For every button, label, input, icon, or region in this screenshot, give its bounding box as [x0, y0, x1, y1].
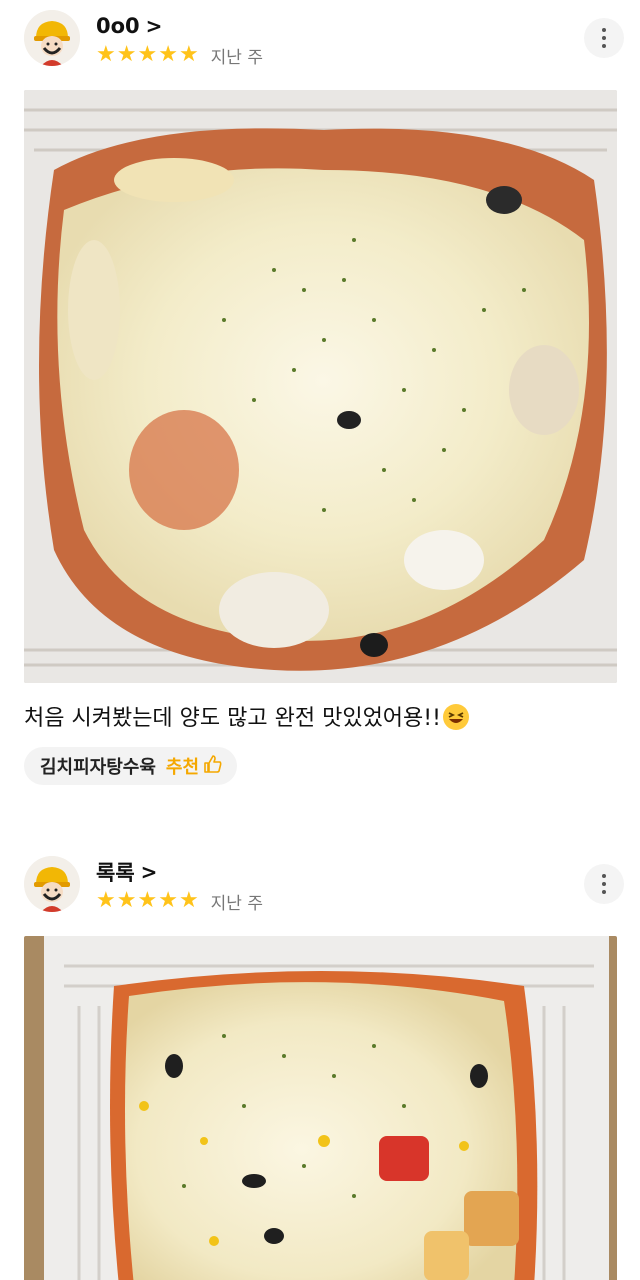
avatar[interactable]: [24, 856, 80, 912]
star-rating: ★ ★ ★ ★ ★: [96, 44, 199, 66]
more-vertical-icon: [602, 26, 606, 50]
more-options-button[interactable]: [584, 18, 624, 58]
more-vertical-icon: [602, 872, 606, 896]
star-icon: ★: [116, 888, 137, 913]
review-text: 처음 시켜봤는데 양도 많고 완전 맛있었어용!!: [24, 700, 469, 732]
star-icon: ★: [158, 888, 178, 913]
username: 0o0: [96, 14, 140, 38]
star-icon: ★: [137, 42, 158, 67]
chevron-right-icon: >: [145, 14, 163, 38]
star-icon: ★: [158, 42, 178, 67]
star-rating: ★ ★ ★ ★ ★: [96, 890, 199, 912]
thumbs-up-icon: [203, 754, 223, 778]
username: 록록: [96, 861, 135, 885]
review-date: 지난 주: [210, 47, 263, 68]
grinning-squinting-face-icon: [442, 704, 469, 730]
review-date: 지난 주: [210, 893, 263, 914]
star-icon: ★: [96, 42, 116, 67]
review-header: 록록 > ★ ★ ★ ★ ★ 지난 주: [24, 856, 624, 916]
more-options-button[interactable]: [584, 864, 624, 904]
recommend-label: 추천: [165, 757, 200, 778]
rating-row: ★ ★ ★ ★ ★ 지난 주: [96, 889, 263, 914]
star-icon: ★: [178, 42, 199, 67]
menu-recommend-chip[interactable]: 김치피자탕수육 추천: [24, 747, 238, 785]
star-icon: ★: [96, 888, 116, 913]
menu-name: 김치피자탕수육: [40, 757, 156, 778]
review-card: 0o0 > ★ ★ ★ ★ ★ 지난 주 처음 시켜봤는데 양도 많고 완전 맛…: [0, 0, 640, 840]
username-link[interactable]: 록록 >: [96, 858, 157, 886]
star-icon: ★: [116, 42, 137, 67]
review-card: 록록 > ★ ★ ★ ★ ★ 지난 주: [0, 846, 640, 1280]
rating-row: ★ ★ ★ ★ ★ 지난 주: [96, 43, 263, 68]
star-icon: ★: [137, 888, 158, 913]
username-link[interactable]: 0o0 >: [96, 12, 162, 40]
review-photo[interactable]: [24, 90, 617, 683]
review-text-body: 처음 시켜봤는데 양도 많고 완전 맛있었어용!!: [24, 706, 441, 731]
avatar[interactable]: [24, 10, 80, 66]
review-photo[interactable]: [24, 936, 617, 1280]
star-icon: ★: [178, 888, 199, 913]
chevron-right-icon: >: [140, 860, 158, 884]
review-header: 0o0 > ★ ★ ★ ★ ★ 지난 주: [24, 10, 624, 70]
